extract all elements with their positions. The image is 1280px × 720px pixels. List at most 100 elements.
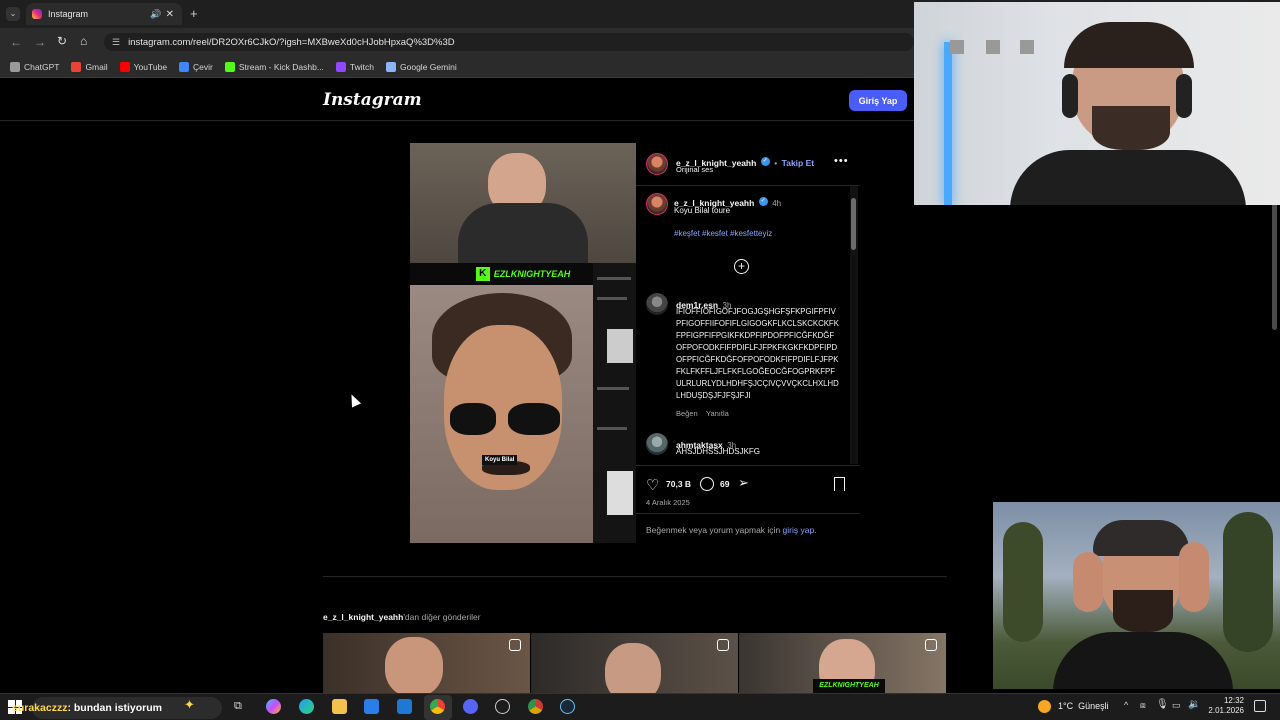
comments-count[interactable]: 69 bbox=[720, 479, 729, 489]
streamer-beard-shape bbox=[1092, 106, 1170, 150]
tab-title: Instagram bbox=[48, 9, 89, 19]
caption-avatar[interactable] bbox=[646, 193, 668, 215]
bookmark-item[interactable]: Stream - Kick Dashb... bbox=[224, 61, 324, 72]
taskbar-clock[interactable]: 12:32 2.01.2026 bbox=[1200, 696, 1244, 716]
microphone-icon[interactable]: 🎙 bbox=[1156, 699, 1169, 710]
comment-like-link[interactable]: Beğen bbox=[676, 409, 698, 418]
obs-icon[interactable] bbox=[495, 699, 510, 714]
back-icon[interactable]: ← bbox=[10, 35, 22, 49]
more-posts-username[interactable]: e_z_l_knight_yeahh bbox=[323, 612, 403, 622]
youtube-icon bbox=[119, 61, 130, 72]
login-button[interactable]: Giriş Yap bbox=[849, 90, 907, 111]
tab-instagram[interactable]: Instagram 🔊 ✕ bbox=[26, 3, 182, 25]
network-icon[interactable]: ▭ bbox=[1172, 700, 1181, 711]
bookmark-label: Stream - Kick Dashb... bbox=[238, 61, 324, 72]
edge-icon[interactable] bbox=[299, 699, 314, 714]
forward-icon[interactable]: → bbox=[34, 35, 46, 49]
more-posts-heading: e_z_l_knight_yeahh'dan diğer gönderiler bbox=[323, 612, 481, 622]
like-heart-icon[interactable]: ♡ bbox=[646, 476, 659, 494]
sparkle-icon: ✦ bbox=[184, 697, 195, 712]
chat-overlay-message: surakaczzz: bundan istiyorum bbox=[12, 702, 162, 714]
translate-icon bbox=[179, 61, 190, 72]
file-explorer-icon[interactable] bbox=[332, 699, 347, 714]
save-bookmark-icon[interactable] bbox=[834, 477, 845, 491]
bookmark-item[interactable]: Çevir bbox=[179, 61, 213, 72]
video-brand-text: EZLKNIGHTYEAH bbox=[493, 269, 571, 279]
store-icon[interactable] bbox=[364, 699, 379, 714]
mail-icon[interactable] bbox=[397, 699, 412, 714]
commenter-avatar[interactable] bbox=[646, 433, 668, 455]
more-post-thumbnail[interactable] bbox=[323, 633, 530, 693]
weather-sun-icon[interactable] bbox=[1038, 700, 1051, 713]
more-posts-suffix: 'dan diğer gönderiler bbox=[403, 612, 481, 622]
follow-link[interactable]: Takip Et bbox=[782, 158, 814, 168]
caption-text: Koyu Bilal toure bbox=[674, 206, 731, 215]
bookmark-item[interactable]: YouTube bbox=[119, 61, 168, 72]
site-info-icon[interactable]: ☰ bbox=[112, 37, 120, 48]
chrome-profile-icon[interactable] bbox=[528, 699, 543, 714]
login-prompt-link[interactable]: giriş yap bbox=[783, 525, 815, 535]
reel-video[interactable]: K EZLKNIGHTYEAH Koyu Bilal bbox=[410, 143, 636, 543]
url-text: instagram.com/reel/DR2OXr6CJkO/?igsh=MXB… bbox=[128, 36, 455, 48]
task-view-icon[interactable]: ⧉ bbox=[234, 700, 242, 713]
url-bar[interactable]: ☰ instagram.com/reel/DR2OXr6CJkO/?igsh=M… bbox=[104, 33, 914, 51]
bookmark-item[interactable]: Twitch bbox=[335, 61, 374, 72]
likes-count[interactable]: 70,3 B bbox=[666, 479, 691, 489]
close-tab-icon[interactable]: ✕ bbox=[166, 9, 174, 20]
weather-text[interactable]: 1°C Güneşli bbox=[1058, 701, 1109, 711]
new-tab-icon[interactable]: + bbox=[190, 6, 198, 21]
instagram-logo[interactable]: Instagram bbox=[323, 90, 422, 110]
more-options-icon[interactable]: ••• bbox=[834, 155, 849, 167]
comment-reply-link[interactable]: Yanıtla bbox=[706, 409, 729, 418]
mouse-cursor-icon bbox=[346, 392, 362, 408]
gemini-icon bbox=[386, 61, 397, 72]
streamer-shirt-shape bbox=[1010, 150, 1246, 205]
volume-icon[interactable]: 🔉 bbox=[1188, 699, 1200, 710]
header-divider bbox=[636, 185, 860, 186]
copilot-icon[interactable] bbox=[266, 699, 281, 714]
commenter-avatar[interactable] bbox=[646, 293, 668, 315]
headphone-left-shape bbox=[1062, 74, 1078, 118]
bookmark-item[interactable]: Gmail bbox=[71, 61, 108, 72]
audio-playing-icon[interactable]: 🔊 bbox=[150, 9, 161, 20]
comments-scroll-thumb[interactable] bbox=[851, 198, 856, 250]
bookmark-label: YouTube bbox=[133, 61, 168, 72]
footer-divider bbox=[636, 513, 860, 514]
verified-badge-icon: ✓ bbox=[758, 197, 768, 207]
more-post-thumbnail[interactable]: EZLKNIGHTYEAH bbox=[739, 633, 946, 693]
login-prompt-text: Beğenmek veya yorum yapmak için bbox=[646, 525, 781, 535]
reel-icon bbox=[925, 639, 937, 651]
hashtags[interactable]: #keşfet #kesfet #kesfetteyiz bbox=[674, 229, 772, 238]
caption-time: 4h bbox=[772, 199, 782, 208]
more-post-thumbnail[interactable] bbox=[531, 633, 738, 693]
tray-app-icon[interactable]: ⧈ bbox=[1140, 700, 1146, 711]
comment-bubble-icon[interactable] bbox=[700, 477, 714, 491]
comment-text: IFIOFFIOFIGOFJFOGJGŞHGFŞFKPGIFPFIVPFIGOF… bbox=[676, 307, 839, 400]
twitch-icon bbox=[335, 61, 346, 72]
kick-logo-icon: K bbox=[475, 267, 490, 281]
bookmark-item[interactable]: Google Gemini bbox=[386, 61, 457, 72]
home-icon[interactable]: ⌂ bbox=[80, 34, 87, 48]
tab-list-chevron-icon[interactable]: ⌄ bbox=[6, 7, 20, 21]
kick-icon bbox=[224, 61, 235, 72]
streamer-hair-shape bbox=[1064, 22, 1194, 68]
notifications-icon[interactable] bbox=[1254, 700, 1266, 712]
clock-time: 12:32 bbox=[1223, 696, 1244, 705]
video-caption-sticker: Koyu Bilal bbox=[482, 455, 518, 465]
chatgpt-icon bbox=[10, 61, 20, 72]
guest-beanie-shape bbox=[1093, 520, 1189, 556]
share-send-icon[interactable]: ➢ bbox=[738, 475, 749, 491]
chrome-icon[interactable] bbox=[430, 699, 445, 714]
bookmark-item[interactable]: ChatGPT bbox=[10, 61, 59, 72]
audio-label[interactable]: Orijinal ses bbox=[676, 165, 713, 174]
load-more-comments-icon[interactable]: + bbox=[734, 259, 749, 274]
chat-overlay-user: surakaczzz bbox=[12, 702, 68, 714]
video-top-frame bbox=[410, 143, 636, 263]
post-side-panel: e_z_l_knight_yeahh ✓ • Takip Et Orijinal… bbox=[636, 143, 860, 543]
steam-icon[interactable] bbox=[560, 699, 575, 714]
reload-icon[interactable]: ↻ bbox=[57, 34, 67, 48]
guest-hand-left-shape bbox=[1073, 552, 1103, 612]
author-avatar[interactable] bbox=[646, 153, 668, 175]
discord-icon[interactable] bbox=[463, 699, 478, 714]
tray-chevron-icon[interactable]: ^ bbox=[1124, 700, 1128, 710]
